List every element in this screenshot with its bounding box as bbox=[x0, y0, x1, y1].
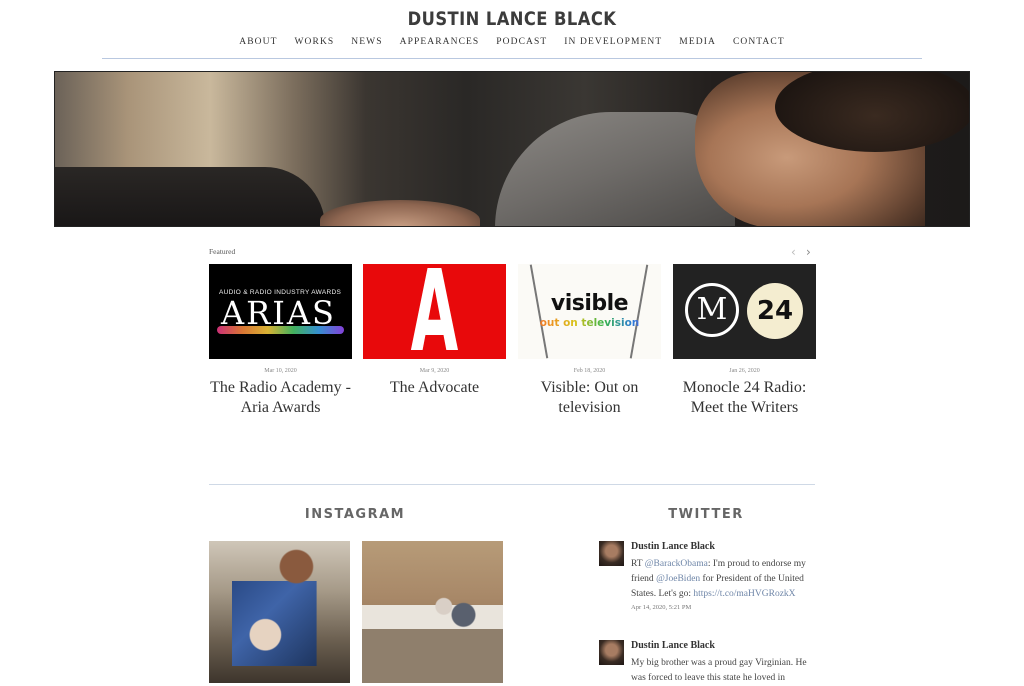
card-title[interactable]: The Radio Academy - Aria Awards bbox=[209, 378, 352, 417]
thumb-logo-text: visible bbox=[550, 291, 629, 316]
instagram-photo[interactable] bbox=[209, 541, 350, 683]
avatar[interactable] bbox=[599, 640, 624, 665]
card-date: Mar 10, 2020 bbox=[264, 368, 297, 374]
card-title[interactable]: Monocle 24 Radio: Meet the Writers bbox=[673, 378, 816, 417]
card-thumbnail[interactable]: A bbox=[363, 264, 506, 359]
monocle-24-badge: 24 bbox=[747, 283, 803, 339]
thumb-logo-text: A bbox=[410, 264, 459, 359]
card-title[interactable]: Visible: Out on television bbox=[518, 378, 661, 417]
main-nav: ABOUT WORKS NEWS APPEARANCES PODCAST IN … bbox=[0, 37, 1024, 47]
hero-image bbox=[54, 71, 970, 227]
tweet-url-link[interactable]: https://t.co/maHVGRozkX bbox=[693, 589, 795, 599]
featured-card-monocle[interactable]: M 24 Jan 26, 2020 Monocle 24 Radio: Meet… bbox=[673, 264, 816, 417]
card-thumbnail[interactable]: visible out on television bbox=[518, 264, 661, 359]
tweet-text: My big brother was a proud gay Virginian… bbox=[631, 658, 807, 684]
featured-card-visible[interactable]: visible out on television Feb 18, 2020 V… bbox=[518, 264, 661, 417]
card-date: Feb 18, 2020 bbox=[573, 368, 606, 374]
card-date: Mar 9, 2020 bbox=[419, 368, 450, 374]
thumb-caption: out on television bbox=[518, 317, 661, 329]
carousel-next-icon[interactable]: › bbox=[806, 245, 811, 259]
card-date: Jan 26, 2020 bbox=[729, 368, 760, 374]
avatar[interactable] bbox=[599, 541, 624, 566]
tweet-text: RT @BarackObama: I'm proud to endorse my… bbox=[631, 559, 806, 600]
instagram-heading: INSTAGRAM bbox=[304, 507, 406, 522]
soundwave-graphic bbox=[217, 326, 344, 334]
nav-appearances[interactable]: APPEARANCES bbox=[400, 37, 480, 47]
instagram-photo[interactable] bbox=[362, 541, 503, 683]
monocle-logo: M bbox=[685, 283, 739, 337]
twitter-heading: TWITTER bbox=[668, 507, 744, 522]
featured-card-arias[interactable]: AUDIO & RADIO INDUSTRY AWARDS ARIAS Mar … bbox=[209, 264, 352, 417]
nav-news[interactable]: NEWS bbox=[351, 37, 382, 47]
nav-media[interactable]: MEDIA bbox=[679, 37, 716, 47]
tweet-author[interactable]: Dustin Lance Black bbox=[631, 541, 816, 553]
tweet-timestamp[interactable]: Apr 14, 2020, 5:21 PM bbox=[631, 604, 816, 611]
carousel-prev-icon[interactable]: ‹ bbox=[791, 245, 796, 259]
nav-podcast[interactable]: PODCAST bbox=[496, 37, 547, 47]
nav-works[interactable]: WORKS bbox=[294, 37, 334, 47]
card-title[interactable]: The Advocate bbox=[363, 378, 506, 398]
mention-link[interactable]: @BarackObama bbox=[645, 559, 708, 569]
featured-card-advocate[interactable]: A Mar 9, 2020 The Advocate bbox=[363, 264, 506, 398]
featured-label: Featured bbox=[209, 247, 236, 256]
tweet-author[interactable]: Dustin Lance Black bbox=[631, 640, 816, 652]
section-divider bbox=[209, 484, 815, 485]
mention-link[interactable]: @JoeBiden bbox=[656, 574, 700, 584]
site-title[interactable]: DUSTIN LANCE BLACK bbox=[72, 8, 953, 30]
card-thumbnail[interactable]: AUDIO & RADIO INDUSTRY AWARDS ARIAS bbox=[209, 264, 352, 359]
nav-about[interactable]: ABOUT bbox=[239, 37, 277, 47]
nav-divider bbox=[102, 58, 922, 59]
card-thumbnail[interactable]: M 24 bbox=[673, 264, 816, 359]
nav-contact[interactable]: CONTACT bbox=[733, 37, 785, 47]
nav-in-development[interactable]: IN DEVELOPMENT bbox=[564, 37, 662, 47]
